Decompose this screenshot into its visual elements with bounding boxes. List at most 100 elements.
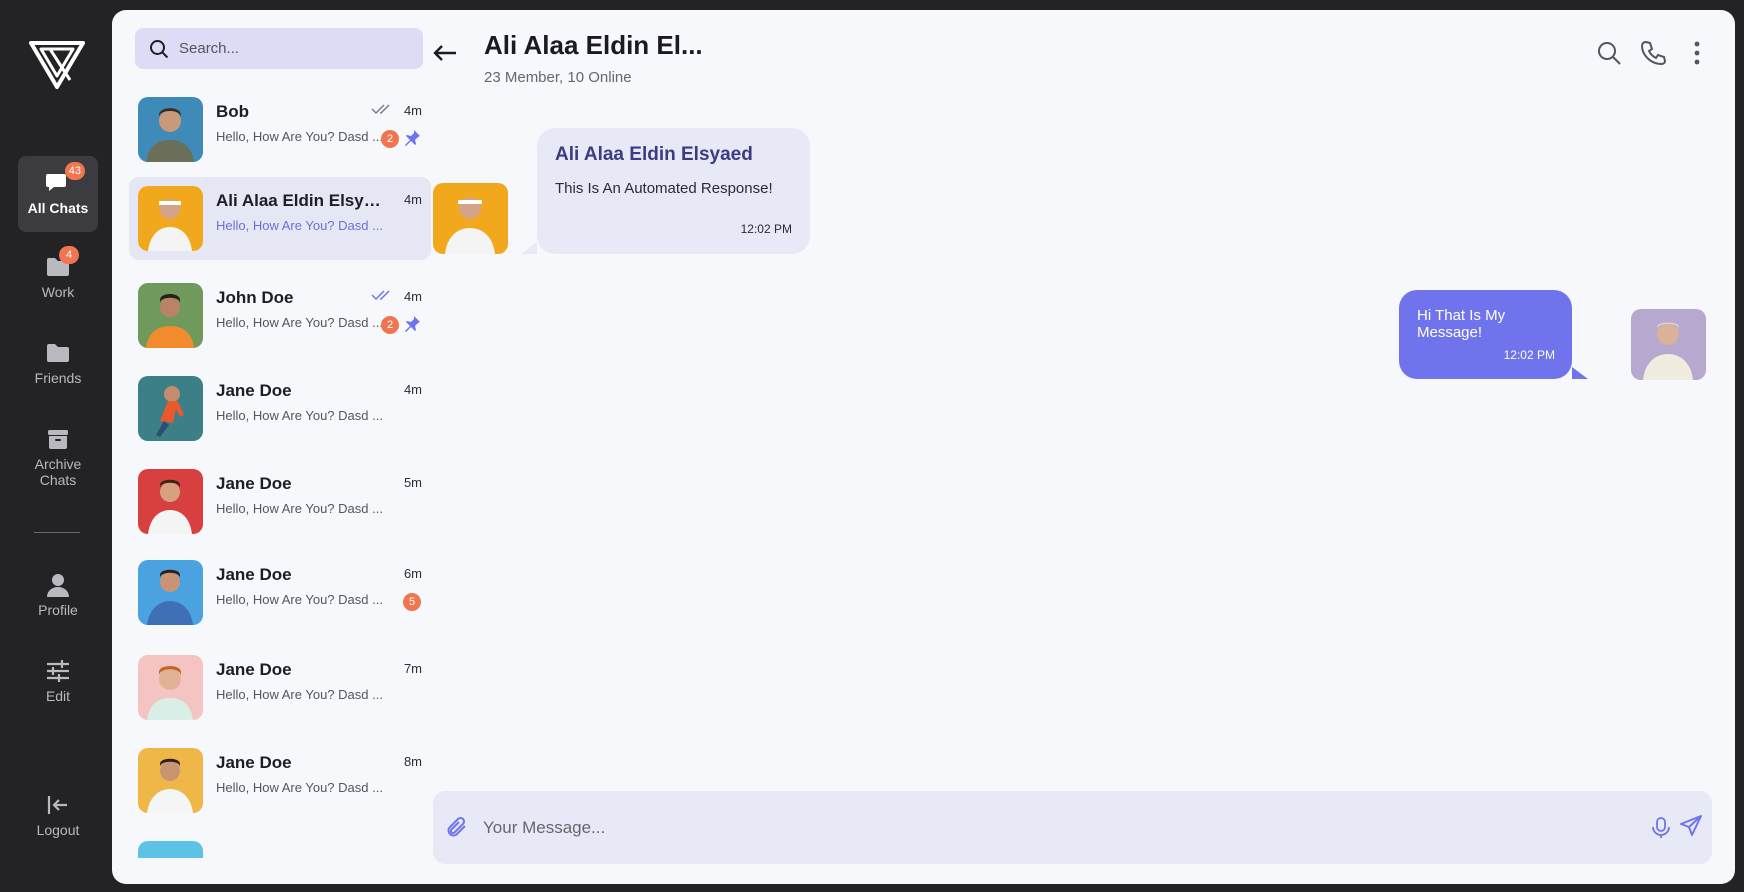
double-check-icon: [371, 290, 390, 301]
user-icon: [45, 572, 71, 598]
search-icon: [150, 39, 169, 58]
paperclip-icon[interactable]: [445, 815, 469, 839]
chat-time: 5m: [403, 475, 422, 490]
archive-icon: [45, 426, 71, 452]
microphone-icon[interactable]: [1651, 817, 1671, 839]
avatar: [138, 186, 203, 251]
sliders-icon: [45, 658, 71, 684]
avatar: [138, 469, 203, 534]
nav-item-friends[interactable]: Friends: [18, 340, 98, 386]
chat-time: 4m: [403, 382, 422, 397]
chat-name: Jane Doe: [216, 381, 292, 400]
folder-icon: 4: [45, 246, 79, 280]
chat-item-jane-doe[interactable]: Jane Doe 5m Hello, How Are You? Dasd ...: [129, 460, 431, 543]
more-vertical-icon[interactable]: [1684, 40, 1710, 66]
chat-preview: Hello, How Are You? Dasd ...: [216, 315, 383, 330]
message-text: This Is An Automated Response!: [555, 180, 773, 197]
double-check-icon: [371, 104, 390, 115]
chat-name: Jane Doe: [216, 660, 292, 679]
message-time: 12:02 PM: [1503, 348, 1555, 362]
nav-item-label: All Chats: [27, 200, 89, 216]
chat-time: 4m: [403, 192, 422, 207]
message-time: 12:02 PM: [740, 222, 792, 236]
nav-item-label: Logout: [36, 822, 80, 838]
conversation-title: Ali Alaa Eldin El...: [484, 30, 703, 60]
chat-name: Bob: [216, 102, 250, 121]
chat-time: 4m: [403, 103, 422, 118]
pin-icon: [405, 130, 420, 146]
avatar: [138, 841, 203, 858]
chat-item-partial[interactable]: [129, 832, 431, 858]
unread-badge: 2: [381, 316, 399, 334]
chat-item-jane-doe[interactable]: Jane Doe 8m Hello, How Are You? Dasd ...: [129, 739, 431, 822]
chat-preview: Hello, How Are You? Dasd ...: [216, 687, 383, 702]
all-chats-badge: 43: [64, 162, 85, 180]
chat-preview: Hello, How Are You? Dasd ...: [216, 408, 383, 423]
phone-icon[interactable]: [1640, 40, 1666, 66]
nav-item-logout[interactable]: Logout: [18, 792, 98, 838]
logout-icon: [45, 792, 71, 818]
chat-bubbles-icon: 43: [45, 162, 85, 196]
nav-item-label: Work: [41, 284, 75, 300]
chat-list: Bob 4m Hello, How Are You? Dasd ... 2 Al…: [129, 88, 431, 858]
message-sender: Ali Alaa Eldin Elsyaed: [555, 144, 753, 165]
chat-preview: Hello, How Are You? Dasd ...: [216, 129, 383, 144]
chat-item-jane-doe[interactable]: Jane Doe 6m Hello, How Are You? Dasd ...…: [129, 551, 431, 634]
nav-item-label: Profile: [38, 602, 78, 618]
avatar: [138, 560, 203, 625]
search-icon[interactable]: [1596, 40, 1622, 66]
avatar: [138, 97, 203, 162]
chat-time: 7m: [403, 661, 422, 676]
outgoing-message-bubble[interactable]: Hi That Is My Message! 12:02 PM: [1399, 290, 1588, 379]
conversation-subtitle: 23 Member, 10 Online: [484, 69, 632, 86]
search-box[interactable]: [135, 28, 423, 69]
nav-divider: [34, 532, 80, 533]
unread-badge: 5: [403, 593, 421, 611]
nav-item-edit[interactable]: Edit: [18, 658, 98, 704]
search-input[interactable]: [179, 40, 399, 57]
app-panel: Bob 4m Hello, How Are You? Dasd ... 2 Al…: [112, 10, 1735, 884]
avatar: [138, 748, 203, 813]
work-badge: 4: [59, 246, 79, 264]
back-arrow-icon[interactable]: [432, 40, 458, 66]
avatar: [138, 376, 203, 441]
folder-icon: [45, 340, 71, 366]
unread-badge: 2: [381, 130, 399, 148]
nav-item-work[interactable]: 4 Work: [18, 246, 98, 300]
nav-item-label: Edit: [45, 688, 71, 704]
nav-item-archive-chats[interactable]: Archive Chats: [18, 426, 98, 488]
avatar: [138, 283, 203, 348]
chat-name: John Doe: [216, 288, 294, 307]
chat-time: 4m: [403, 289, 422, 304]
nav-rail: 43 All Chats 4 Work Friends Archive Chat…: [0, 0, 112, 892]
incoming-message-bubble[interactable]: Ali Alaa Eldin Elsyaed This Is An Automa…: [521, 128, 810, 254]
chat-name: Ali Alaa Eldin Elsyaed: [216, 191, 381, 210]
chat-time: 6m: [403, 566, 422, 581]
sender-avatar[interactable]: [433, 183, 508, 254]
chat-name: Jane Doe: [216, 753, 292, 772]
nav-item-label: Friends: [34, 370, 82, 386]
my-avatar[interactable]: [1631, 309, 1706, 380]
chat-preview: Hello, How Are You? Dasd ...: [216, 218, 383, 233]
chat-item-john-doe[interactable]: John Doe 4m Hello, How Are You? Dasd ...…: [129, 274, 431, 357]
chat-preview: Hello, How Are You? Dasd ...: [216, 592, 383, 607]
chat-item-jane-doe[interactable]: Jane Doe 4m Hello, How Are You? Dasd ...: [129, 367, 431, 450]
chat-item-jane-doe[interactable]: Jane Doe 7m Hello, How Are You? Dasd ...: [129, 646, 431, 729]
chat-name: Jane Doe: [216, 565, 292, 584]
pin-icon: [405, 316, 420, 332]
chat-time: 8m: [403, 754, 422, 769]
message-composer: [433, 791, 1712, 864]
send-icon[interactable]: [1679, 814, 1703, 838]
chat-preview: Hello, How Are You? Dasd ...: [216, 501, 383, 516]
chat-item-ali[interactable]: Ali Alaa Eldin Elsyaed 4m Hello, How Are…: [129, 177, 431, 260]
nav-item-all-chats[interactable]: 43 All Chats: [18, 156, 98, 232]
nav-item-profile[interactable]: Profile: [18, 572, 98, 618]
bubble-tail: [521, 242, 537, 254]
nav-item-label: Archive Chats: [34, 456, 82, 488]
app-logo-icon[interactable]: [28, 40, 86, 90]
chat-name: Jane Doe: [216, 474, 292, 493]
chat-preview: Hello, How Are You? Dasd ...: [216, 780, 383, 795]
message-input[interactable]: [483, 813, 1583, 843]
bubble-tail: [1572, 367, 1588, 379]
chat-item-bob[interactable]: Bob 4m Hello, How Are You? Dasd ... 2: [129, 88, 431, 171]
